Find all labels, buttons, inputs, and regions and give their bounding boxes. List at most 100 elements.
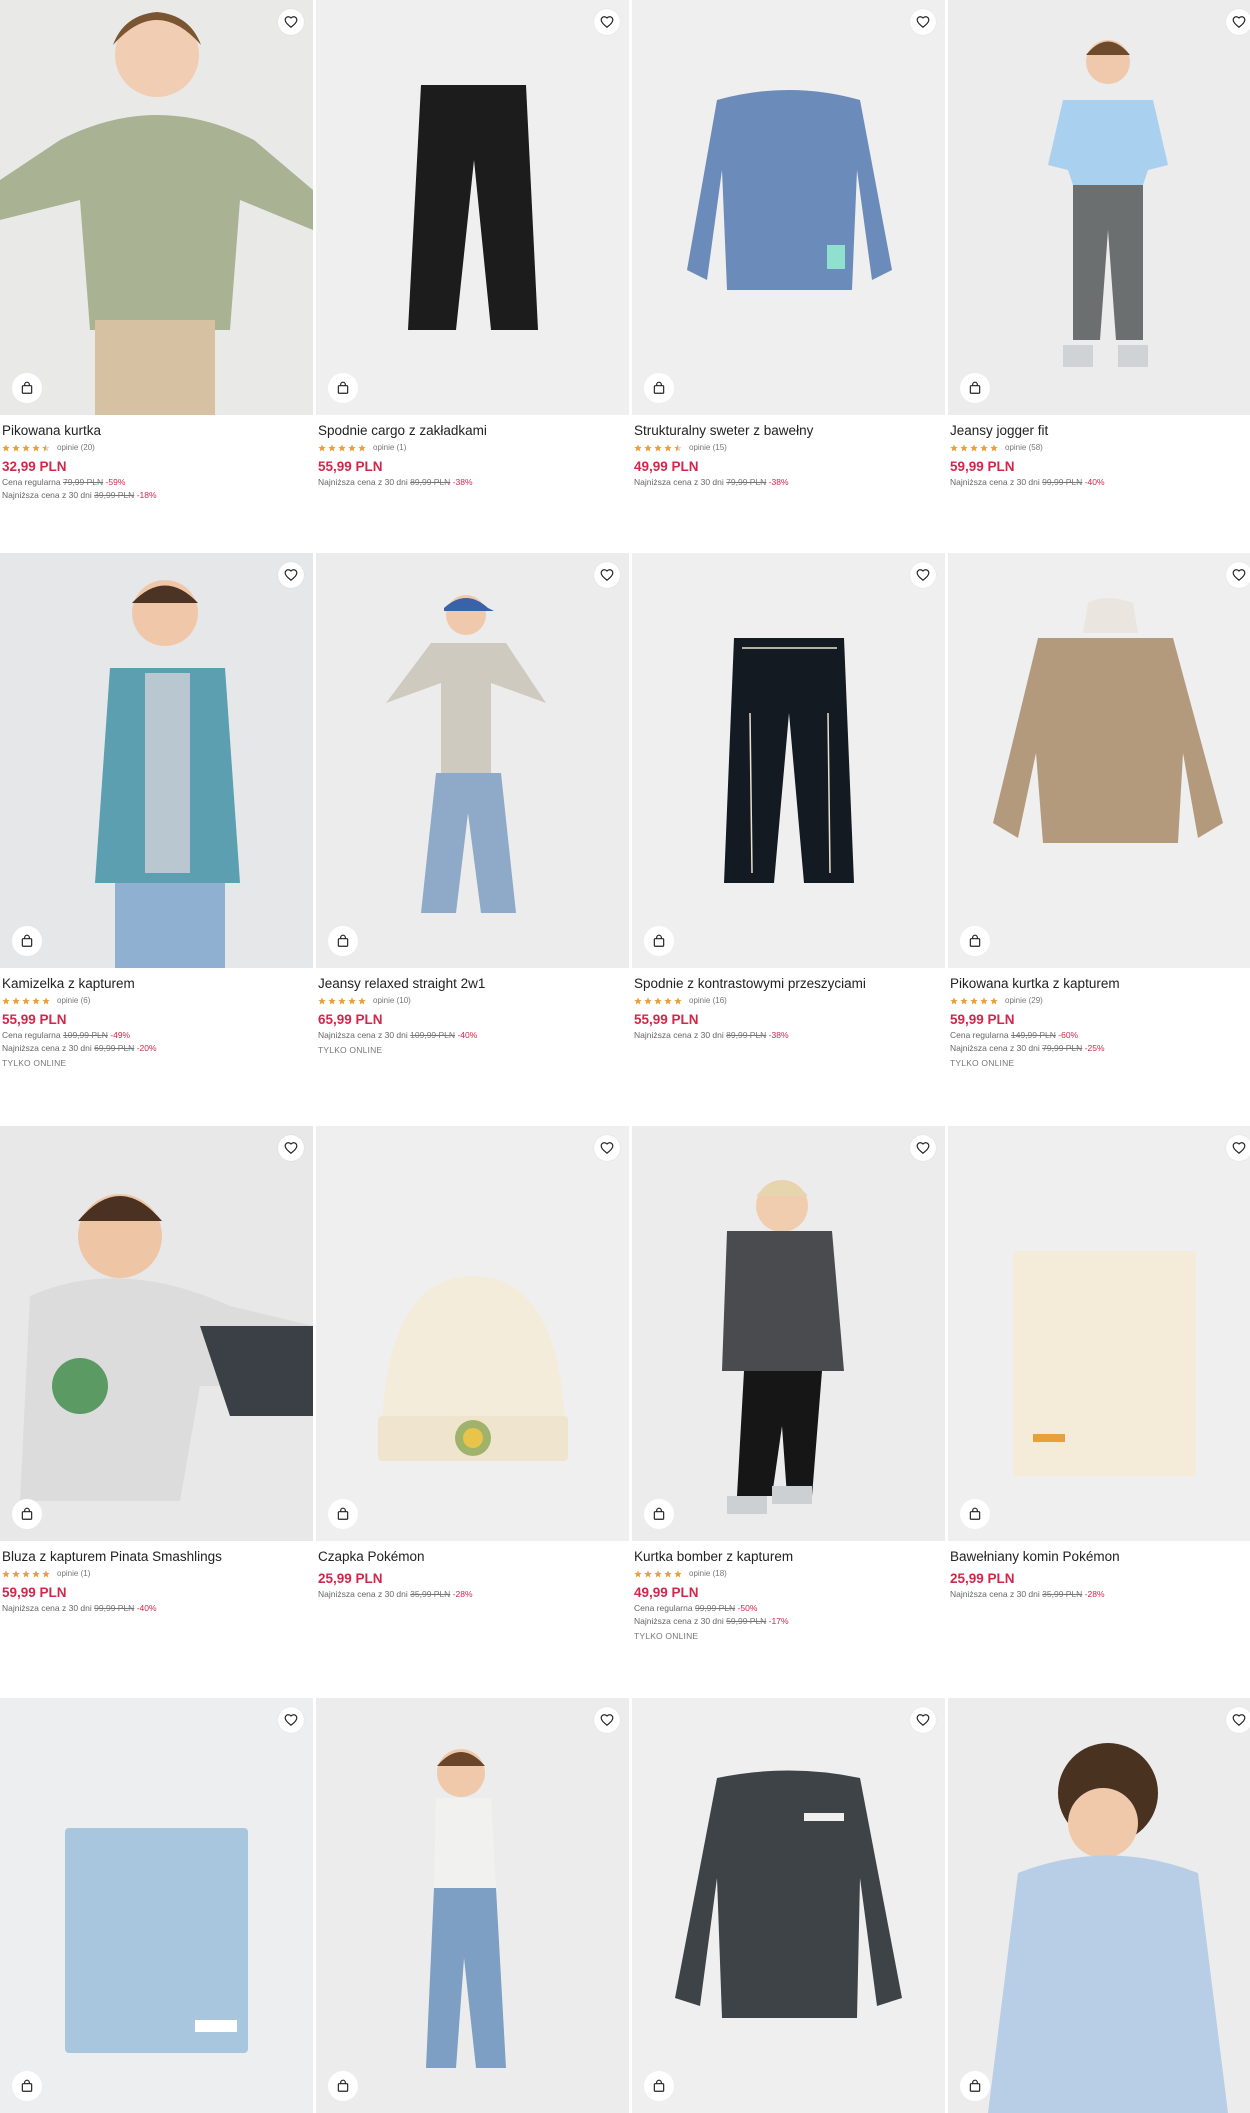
add-to-cart-button[interactable] [644,2071,674,2101]
product-image[interactable] [0,0,313,415]
lowest-price-discount: -38% [768,1030,789,1040]
wishlist-button[interactable] [910,1707,936,1733]
product-image[interactable] [948,553,1250,968]
review-count[interactable]: opinie (1) [57,1569,90,1578]
wishlist-button[interactable] [594,562,620,588]
review-count[interactable]: opinie (16) [689,996,727,1005]
product-image[interactable] [0,553,313,968]
product-name[interactable]: Kamizelka z kapturem [2,975,311,992]
lowest-price-line: Najniższa cena z 30 dni 79,99 PLN -38% [634,477,943,488]
product-name[interactable]: Pikowana kurtka [2,422,311,439]
wishlist-button[interactable] [910,562,936,588]
add-to-cart-button[interactable] [12,1499,42,1529]
star-icon [644,443,652,451]
wishlist-button[interactable] [278,9,304,35]
product-name[interactable]: Spodnie cargo z zakładkami [318,422,627,439]
review-count[interactable]: opinie (10) [373,996,411,1005]
add-to-cart-button[interactable] [328,1499,358,1529]
product-name[interactable]: Jeansy relaxed straight 2w1 [318,975,627,992]
lowest-price-label: Najniższa cena z 30 dni [634,477,724,487]
product-name[interactable]: Kurtka bomber z kapturem [634,1548,943,1565]
review-count[interactable]: opinie (58) [1005,443,1043,452]
wishlist-button[interactable] [594,1135,620,1161]
product-card[interactable]: Spodnie cargo z zakładkami opinie (1) 55… [316,0,629,488]
add-to-cart-button[interactable] [328,2071,358,2101]
shopping-bag-icon [337,1507,349,1520]
product-image[interactable] [316,1126,629,1541]
product-card[interactable]: Bawełniany komin Pokémon 25,99 PLN Najniż… [948,1126,1250,1600]
add-to-cart-button[interactable] [960,1499,990,1529]
add-to-cart-button[interactable] [328,926,358,956]
product-card[interactable]: Czapka Pokémon 25,99 PLN Najniższa cena z… [316,1126,629,1600]
product-image[interactable] [948,1698,1250,2113]
review-count[interactable]: opinie (20) [57,443,95,452]
lowest-price-discount: -18% [136,490,157,500]
product-image[interactable] [948,1126,1250,1541]
add-to-cart-button[interactable] [644,926,674,956]
product-card[interactable]: Strukturalny sweter z bawełny opinie (15… [632,0,945,488]
product-card[interactable]: Bluza z kapturem Pinata Smashlings opini… [0,1126,313,1614]
product-info: Bluza z kapturem Pinata Smashlings opini… [0,1541,313,1614]
add-to-cart-button[interactable] [12,926,42,956]
product-image[interactable] [316,1698,629,2113]
product-card[interactable]: Pikowana kurtka opinie (20) 32,99 PLN Ce… [0,0,313,501]
rating-stars [2,996,50,1005]
product-card[interactable] [316,1698,629,2113]
product-image[interactable] [0,1698,313,2113]
add-to-cart-button[interactable] [644,1499,674,1529]
add-to-cart-button[interactable] [12,2071,42,2101]
add-to-cart-button[interactable] [960,926,990,956]
review-count[interactable]: opinie (15) [689,443,727,452]
wishlist-button[interactable] [1226,562,1250,588]
wishlist-button[interactable] [1226,1707,1250,1733]
wishlist-button[interactable] [594,9,620,35]
review-count[interactable]: opinie (6) [57,996,90,1005]
review-count[interactable]: opinie (29) [1005,996,1043,1005]
review-count[interactable]: opinie (1) [373,443,406,452]
regular-price-old: 79,99 PLN [62,477,104,487]
wishlist-button[interactable] [1226,9,1250,35]
product-name[interactable]: Jeansy jogger fit [950,422,1250,439]
product-name[interactable]: Pikowana kurtka z kapturem [950,975,1250,992]
product-card[interactable]: Kamizelka z kapturem opinie (6) 55,99 PL… [0,553,313,1069]
wishlist-button[interactable] [278,1707,304,1733]
wishlist-button[interactable] [278,1135,304,1161]
add-to-cart-button[interactable] [12,373,42,403]
product-info: Spodnie z kontrastowymi przeszyciami opi… [632,968,945,1041]
add-to-cart-button[interactable] [644,373,674,403]
product-card[interactable]: Kurtka bomber z kapturem opinie (18) 49,… [632,1126,945,1642]
product-price: 32,99 PLN [2,459,67,474]
add-to-cart-button[interactable] [960,373,990,403]
lowest-price-label: Najniższa cena z 30 dni [2,1043,92,1053]
product-image[interactable] [632,553,945,968]
product-name[interactable]: Czapka Pokémon [318,1548,627,1565]
product-card[interactable]: Spodnie z kontrastowymi przeszyciami opi… [632,553,945,1041]
wishlist-button[interactable] [910,1135,936,1161]
product-name[interactable]: Bluza z kapturem Pinata Smashlings [2,1548,311,1565]
wishlist-button[interactable] [278,562,304,588]
product-name[interactable]: Spodnie z kontrastowymi przeszyciami [634,975,943,992]
add-to-cart-button[interactable] [960,2071,990,2101]
product-card[interactable] [0,1698,313,2113]
product-card[interactable]: Pikowana kurtka z kapturem opinie (29) 5… [948,553,1250,1069]
add-to-cart-button[interactable] [328,373,358,403]
heart-icon [600,16,614,29]
product-image[interactable] [948,0,1250,415]
product-image[interactable] [316,0,629,415]
product-image[interactable] [632,0,945,415]
wishlist-button[interactable] [1226,1135,1250,1161]
product-image[interactable] [316,553,629,968]
product-card[interactable]: Jeansy relaxed straight 2w1 opinie (10) … [316,553,629,1056]
wishlist-button[interactable] [910,9,936,35]
product-card[interactable]: Jeansy jogger fit opinie (58) 59,99 PLN … [948,0,1250,488]
product-name[interactable]: Strukturalny sweter z bawełny [634,422,943,439]
product-image[interactable] [632,1126,945,1541]
product-name[interactable]: Bawełniany komin Pokémon [950,1548,1250,1565]
review-count[interactable]: opinie (18) [689,1569,727,1578]
product-image[interactable] [632,1698,945,2113]
star-icon [2,1569,10,1577]
product-card[interactable] [632,1698,945,2113]
product-image[interactable] [0,1126,313,1541]
product-card[interactable] [948,1698,1250,2113]
wishlist-button[interactable] [594,1707,620,1733]
